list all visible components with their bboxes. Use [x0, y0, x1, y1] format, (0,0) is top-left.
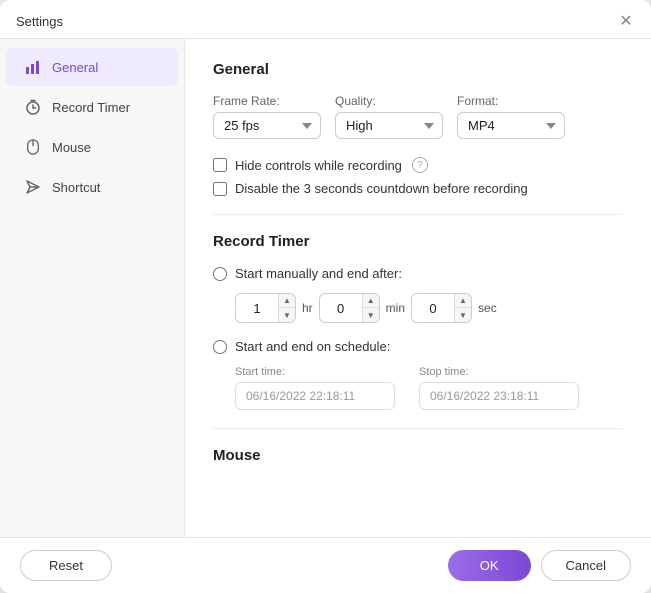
record-timer-title: Record Timer: [213, 233, 623, 250]
min-up-button[interactable]: ▲: [363, 294, 379, 308]
sec-up-button[interactable]: ▲: [455, 294, 471, 308]
mouse-icon: [24, 138, 42, 156]
frame-rate-label: Frame Rate:: [213, 94, 321, 108]
mouse-section-title: Mouse: [213, 447, 623, 464]
sidebar-item-mouse[interactable]: Mouse: [6, 128, 178, 166]
hide-controls-row: Hide controls while recording ?: [213, 157, 623, 173]
sec-spinner: ▲ ▼: [411, 293, 472, 323]
schedule-timer-option: Start and end on schedule:: [213, 339, 623, 354]
stop-time-label: Stop time:: [419, 366, 579, 378]
format-group: Format: MP4 AVI MOV: [457, 94, 565, 139]
time-inputs-row: ▲ ▼ hr ▲ ▼ min: [235, 293, 623, 323]
format-label: Format:: [457, 94, 565, 108]
record-timer-section: Record Timer Start manually and end afte…: [213, 233, 623, 410]
ok-button[interactable]: OK: [448, 550, 531, 581]
disable-countdown-label: Disable the 3 seconds countdown before r…: [235, 181, 528, 196]
schedule-section: Start time: Stop time:: [235, 366, 623, 410]
bar-chart-icon: [24, 58, 42, 76]
sec-input[interactable]: [412, 297, 454, 320]
cancel-button[interactable]: Cancel: [541, 550, 631, 581]
sidebar: General Record Timer: [0, 39, 185, 537]
stop-time-input[interactable]: [419, 382, 579, 410]
footer: Reset OK Cancel: [0, 537, 651, 593]
close-button[interactable]: ✕: [617, 12, 635, 30]
quality-select[interactable]: High Medium Low: [335, 112, 443, 139]
mouse-divider: [213, 428, 623, 429]
footer-left: Reset: [20, 550, 112, 581]
sidebar-item-general-label: General: [52, 60, 98, 75]
titlebar: Settings ✕: [0, 0, 651, 39]
hr-arrows: ▲ ▼: [278, 294, 295, 322]
hr-input[interactable]: [236, 297, 278, 320]
sec-label: sec: [478, 301, 497, 315]
hide-controls-checkbox[interactable]: [213, 158, 227, 172]
section-divider: [213, 214, 623, 215]
format-select[interactable]: MP4 AVI MOV: [457, 112, 565, 139]
window-title: Settings: [16, 14, 63, 29]
min-spinner: ▲ ▼: [319, 293, 380, 323]
footer-right: OK Cancel: [448, 550, 631, 581]
min-input[interactable]: [320, 297, 362, 320]
reset-button[interactable]: Reset: [20, 550, 112, 581]
start-time-input[interactable]: [235, 382, 395, 410]
schedule-timer-radio[interactable]: [213, 340, 227, 354]
quality-label: Quality:: [335, 94, 443, 108]
sidebar-item-record-timer[interactable]: Record Timer: [6, 88, 178, 126]
sidebar-item-record-timer-label: Record Timer: [52, 100, 130, 115]
settings-window: Settings ✕ General: [0, 0, 651, 593]
help-icon[interactable]: ?: [412, 157, 428, 173]
sec-down-button[interactable]: ▼: [455, 308, 471, 322]
manual-timer-radio[interactable]: [213, 267, 227, 281]
sec-arrows: ▲ ▼: [454, 294, 471, 322]
sidebar-item-mouse-label: Mouse: [52, 140, 91, 155]
disable-countdown-checkbox[interactable]: [213, 182, 227, 196]
hr-label: hr: [302, 301, 313, 315]
disable-countdown-row: Disable the 3 seconds countdown before r…: [213, 181, 623, 196]
sidebar-item-shortcut[interactable]: Shortcut: [6, 168, 178, 206]
clock-icon: [24, 98, 42, 116]
dropdowns-row: Frame Rate: 25 fps 30 fps 60 fps Quality…: [213, 94, 623, 139]
min-arrows: ▲ ▼: [362, 294, 379, 322]
min-down-button[interactable]: ▼: [363, 308, 379, 322]
quality-group: Quality: High Medium Low: [335, 94, 443, 139]
hr-down-button[interactable]: ▼: [279, 308, 295, 322]
general-section-title: General: [213, 61, 623, 78]
sidebar-item-general[interactable]: General: [6, 48, 178, 86]
body: General Record Timer: [0, 39, 651, 537]
min-label: min: [386, 301, 405, 315]
sidebar-item-shortcut-label: Shortcut: [52, 180, 100, 195]
frame-rate-group: Frame Rate: 25 fps 30 fps 60 fps: [213, 94, 321, 139]
frame-rate-select[interactable]: 25 fps 30 fps 60 fps: [213, 112, 321, 139]
stop-time-group: Stop time:: [419, 366, 579, 410]
schedule-row: Start time: Stop time:: [235, 366, 623, 410]
hr-spinner: ▲ ▼: [235, 293, 296, 323]
paper-plane-icon: [24, 178, 42, 196]
schedule-timer-label: Start and end on schedule:: [235, 339, 390, 354]
manual-timer-label: Start manually and end after:: [235, 266, 402, 281]
main-content: General Frame Rate: 25 fps 30 fps 60 fps…: [185, 39, 651, 537]
start-time-group: Start time:: [235, 366, 395, 410]
start-time-label: Start time:: [235, 366, 395, 378]
hr-up-button[interactable]: ▲: [279, 294, 295, 308]
hide-controls-label: Hide controls while recording: [235, 158, 402, 173]
manual-timer-option: Start manually and end after:: [213, 266, 623, 281]
